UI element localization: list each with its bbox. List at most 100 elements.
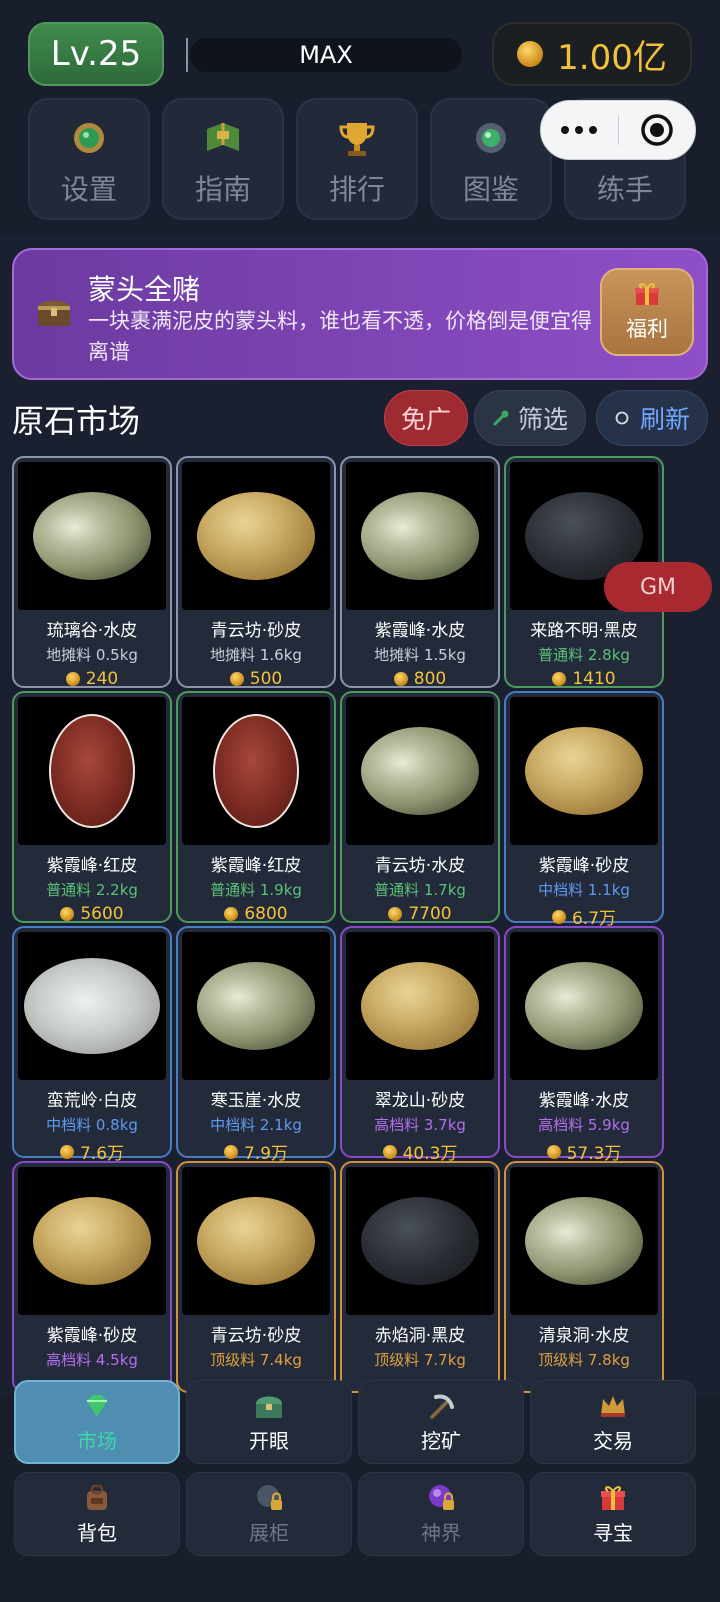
rough-stone-icon: [361, 492, 479, 580]
stone-image: [182, 1167, 330, 1315]
welfare-label: 福利: [626, 317, 668, 341]
stone-card[interactable]: 翠龙山·砂皮 高档料 3.7kg 40.3万: [340, 926, 500, 1164]
tool-label: 练手: [596, 173, 653, 206]
stone-image: [18, 697, 166, 845]
stone-name: 琉璃谷·水皮: [46, 621, 138, 641]
stone-card[interactable]: 紫霞峰·红皮 普通料 1.9kg 6800: [176, 691, 336, 924]
gm-button[interactable]: GM: [604, 562, 712, 612]
top-bar: Lv.25 MAX 1.00亿 设置 指南 排行 图鉴 练手: [0, 0, 720, 236]
stone-name: 青云坊·砂皮: [210, 621, 302, 641]
mini-program-capsule: [540, 100, 696, 160]
stone-image: [346, 1167, 494, 1315]
guide-book-icon: [203, 118, 243, 158]
stone-price: 240: [18, 669, 166, 689]
free-ad-button[interactable]: 免广: [384, 390, 468, 446]
stone-image: [182, 697, 330, 845]
gold-coin-icon: [224, 907, 239, 921]
tool-guide-button[interactable]: 指南: [162, 98, 284, 220]
stone-grade: 普通料 2.2kg: [46, 881, 138, 899]
nav-label: 展柜: [249, 1520, 289, 1545]
gift-box-icon: [598, 1483, 628, 1513]
nav-chest[interactable]: 开眼: [186, 1380, 352, 1464]
tool-label: 图鉴: [462, 173, 519, 206]
nav-divine-realm-locked[interactable]: 神界: [358, 1472, 524, 1556]
stone-grade: 地摊料 1.6kg: [210, 646, 302, 664]
tool-collection-button[interactable]: 图鉴: [430, 98, 552, 220]
stone-card[interactable]: 清泉洞·水皮顶级料 7.8kg737.1万: [504, 1161, 664, 1396]
nav-market-gem[interactable]: 市场: [14, 1380, 180, 1464]
stone-card[interactable]: 紫霞峰·砂皮 中档料 1.1kg 6.7万: [504, 691, 664, 929]
promo-banner[interactable]: 蒙头全赌 一块裹满泥皮的蒙头料，谁也看不透，价格倒是便宜得离谱 福利: [12, 248, 708, 380]
nav-label: 挖矿: [421, 1428, 461, 1453]
stone-card[interactable]: 紫霞峰·红皮 普通料 2.2kg 5600: [12, 691, 172, 924]
stone-name: 紫霞峰·红皮: [210, 856, 302, 876]
more-menu-button[interactable]: [541, 126, 618, 134]
refresh-button[interactable]: 刷新: [596, 390, 708, 446]
stone-price: 6800: [182, 904, 330, 924]
stone-card[interactable]: 琉璃谷·水皮 地摊料 0.5kg 240: [12, 456, 172, 689]
price-value: 240: [85, 669, 119, 689]
stone-name: 紫霞峰·水皮: [374, 621, 466, 641]
rough-stone-icon: [213, 714, 299, 828]
stone-name: 紫霞峰·水皮: [538, 1091, 630, 1111]
gold-amount: 1.00亿: [557, 37, 667, 78]
divine-realm-locked-icon: [426, 1483, 456, 1513]
refresh-icon: [615, 411, 629, 425]
rough-stone-icon: [33, 1197, 151, 1285]
welfare-button[interactable]: 福利: [600, 268, 694, 356]
tool-settings-button[interactable]: 设置: [28, 98, 150, 220]
price-value: 500: [249, 669, 283, 689]
filter-label: 筛选: [517, 405, 568, 434]
nav-gift-box[interactable]: 寻宝: [530, 1472, 696, 1556]
stone-card[interactable]: 紫霞峰·水皮 高档料 5.9kg 57.3万: [504, 926, 664, 1164]
gold-coin-icon: [388, 907, 403, 921]
filter-button[interactable]: 筛选: [474, 390, 586, 446]
gold-coin-icon: [552, 672, 567, 686]
nav-pickaxe[interactable]: 挖矿: [358, 1380, 524, 1464]
nav-showcase-locked[interactable]: 展柜: [186, 1472, 352, 1556]
tool-ranking-button[interactable]: 排行: [296, 98, 418, 220]
stone-card[interactable]: 赤焰洞·黑皮顶级料 7.7kg506.1万: [340, 1161, 500, 1396]
settings-gem-icon: [69, 118, 109, 158]
tool-label: 设置: [60, 173, 117, 206]
stone-card[interactable]: 青云坊·砂皮 地摊料 1.6kg 500: [176, 456, 336, 689]
price-value: 7700: [408, 904, 452, 924]
stone-card[interactable]: 蛮荒岭·白皮 中档料 0.8kg 7.6万: [12, 926, 172, 1164]
stone-card[interactable]: 紫霞峰·砂皮高档料 4.5kg98.8万: [12, 1161, 172, 1396]
nav-crown[interactable]: 交易: [530, 1380, 696, 1464]
stone-image: [182, 462, 330, 610]
gold-coin-icon: [393, 672, 408, 686]
stone-card[interactable]: 寒玉崖·水皮 中档料 2.1kg 7.9万: [176, 926, 336, 1164]
rough-stone-icon: [33, 492, 151, 580]
stone-image: [18, 932, 166, 1080]
close-mini-program-button[interactable]: [619, 113, 696, 147]
gold-coin-icon: [229, 672, 244, 686]
rough-stone-icon: [24, 958, 160, 1054]
gold-balance[interactable]: 1.00亿: [492, 22, 692, 86]
nav-backpack[interactable]: 背包: [14, 1472, 180, 1556]
stone-card[interactable]: 青云坊·水皮 普通料 1.7kg 7700: [340, 691, 500, 924]
stone-image: [346, 462, 494, 610]
stone-grade: 地摊料 1.5kg: [374, 646, 466, 664]
stone-name: 蛮荒岭·白皮: [46, 1091, 138, 1111]
stone-card[interactable]: 紫霞峰·水皮 地摊料 1.5kg 800: [340, 456, 500, 689]
level-badge[interactable]: Lv.25: [28, 22, 164, 86]
stone-image: [18, 462, 166, 610]
stone-price: 5600: [18, 904, 166, 924]
stone-name: 寒玉崖·水皮: [210, 1091, 302, 1111]
stone-grade: 高档料 4.5kg: [46, 1351, 138, 1369]
stone-name: 青云坊·砂皮: [210, 1326, 302, 1346]
nav-label: 开眼: [249, 1428, 289, 1453]
stone-image: [510, 697, 658, 845]
stone-grade: 中档料 0.8kg: [46, 1116, 138, 1134]
rough-stone-icon: [361, 962, 479, 1050]
showcase-locked-icon: [254, 1483, 284, 1513]
rough-stone-icon: [525, 1197, 643, 1285]
stone-image: [182, 932, 330, 1080]
stone-name: 紫霞峰·红皮: [46, 856, 138, 876]
rough-stone-icon: [361, 1197, 479, 1285]
gold-coin-icon: [59, 1144, 74, 1159]
stone-image: [346, 932, 494, 1080]
stone-grade: 顶级料 7.4kg: [210, 1351, 302, 1369]
stone-card[interactable]: 青云坊·砂皮顶级料 7.4kg298.2万: [176, 1161, 336, 1396]
